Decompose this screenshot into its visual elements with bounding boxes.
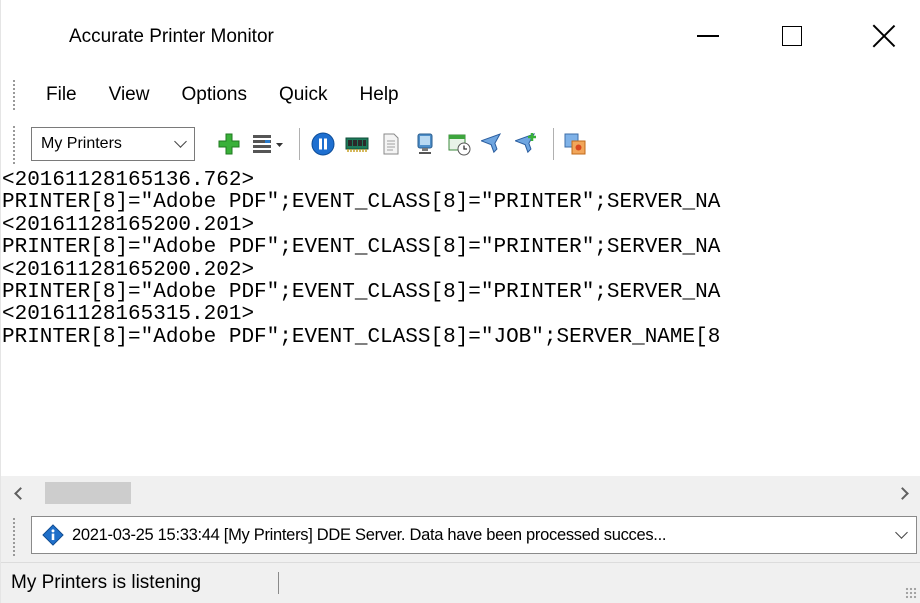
memory-icon[interactable] (345, 132, 369, 156)
toolbar-separator (553, 128, 554, 160)
printer-group-value: My Printers (41, 135, 122, 152)
export-icon[interactable] (563, 132, 587, 156)
title-bar: Accurate Printer Monitor (1, 0, 920, 72)
log-line: <20161128165136.762> (2, 170, 255, 192)
log-line: <20161128165200.202> (2, 258, 255, 282)
document-icon[interactable] (379, 132, 403, 156)
filter-icon[interactable] (481, 132, 505, 156)
chevron-down-icon (166, 135, 194, 148)
log-line: PRINTER[8]="Adobe PDF";EVENT_CLASS[8]="P… (2, 280, 721, 304)
minimize-icon (697, 35, 719, 37)
display-icon[interactable] (413, 132, 437, 156)
log-line: <20161128165200.201> (2, 213, 255, 237)
log-line: <20161128165315.201> (2, 303, 255, 327)
printer-group-select[interactable]: My Printers (31, 127, 195, 161)
scrollbar-thumb[interactable] (45, 482, 131, 504)
menu-view[interactable]: View (94, 84, 167, 106)
log-line: PRINTER[8]="Adobe PDF";EVENT_CLASS[8]="J… (2, 325, 721, 349)
menu-grip-handle[interactable] (13, 80, 16, 110)
menu-bar: File View Options Quick Help (1, 72, 920, 118)
menu-options[interactable]: Options (166, 84, 263, 106)
close-button[interactable] (847, 0, 920, 72)
menu-quick[interactable]: Quick (264, 84, 345, 106)
resize-grip-icon[interactable] (905, 587, 917, 599)
scroll-left-button[interactable] (1, 476, 35, 510)
toolbar: My Printers (1, 118, 920, 170)
log-line: PRINTER[8]="Adobe PDF";EVENT_CLASS[8]="P… (2, 236, 721, 260)
add-icon[interactable] (217, 132, 241, 156)
scroll-right-button[interactable] (887, 476, 920, 510)
log-output-area[interactable]: <20161128165136.762> PRINTER[8]="Adobe P… (1, 170, 920, 474)
maximize-button[interactable] (755, 0, 829, 72)
filter-plus-icon[interactable] (515, 132, 539, 156)
menu-help[interactable]: Help (345, 84, 416, 106)
message-bar-grip-handle[interactable] (13, 518, 16, 556)
status-divider (278, 572, 279, 594)
schedule-icon[interactable] (447, 132, 471, 156)
status-message-select[interactable]: 2021-03-25 15:33:44 [My Printers] DDE Se… (31, 516, 917, 554)
app-window: Accurate Printer Monitor File View Optio… (0, 0, 920, 603)
chevron-left-icon (13, 486, 27, 500)
toolbar-separator (299, 128, 300, 160)
message-bar: 2021-03-25 15:33:44 [My Printers] DDE Se… (1, 510, 920, 562)
window-title: Accurate Printer Monitor (69, 26, 274, 47)
list-icon[interactable] (251, 132, 285, 156)
chevron-right-icon (895, 486, 909, 500)
maximize-icon (782, 26, 802, 46)
menu-file[interactable]: File (31, 84, 94, 106)
menu-items: File View Options Quick Help (31, 72, 416, 118)
info-icon (42, 524, 64, 546)
pause-icon[interactable] (311, 132, 335, 156)
toolbar-grip-handle[interactable] (13, 126, 16, 164)
horizontal-scrollbar[interactable] (1, 476, 920, 510)
log-line: PRINTER[8]="Adobe PDF";EVENT_CLASS[8]="P… (2, 191, 721, 215)
chevron-down-icon (886, 526, 916, 539)
close-icon (872, 24, 896, 48)
listening-status: My Printers is listening (11, 572, 202, 593)
status-bar: My Printers is listening (1, 562, 920, 603)
minimize-button[interactable] (671, 0, 745, 72)
status-message-text: 2021-03-25 15:33:44 [My Printers] DDE Se… (72, 525, 667, 544)
